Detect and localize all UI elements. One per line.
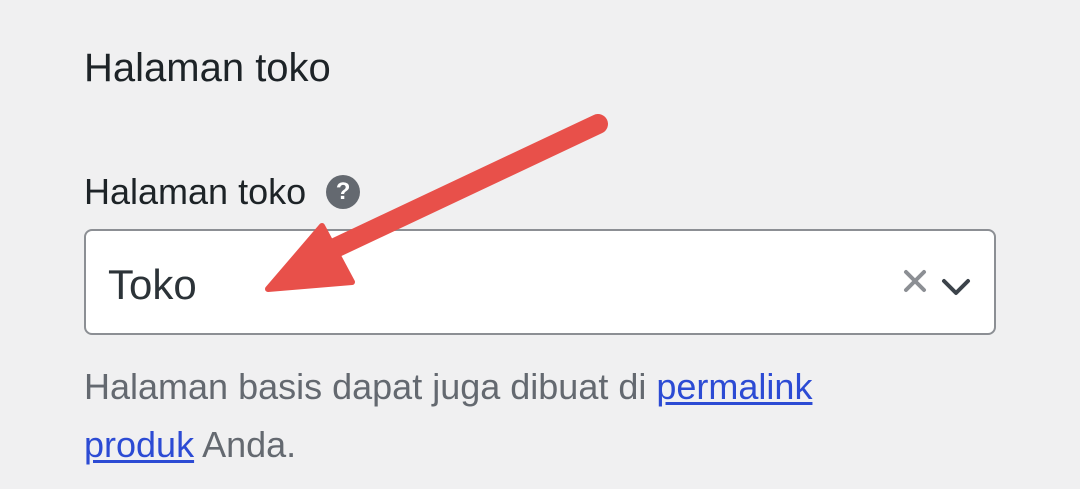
section-title: Halaman toko (84, 46, 331, 90)
description-text-before: Halaman basis dapat juga dibuat di (84, 366, 657, 407)
chevron-down-icon[interactable] (940, 276, 972, 298)
close-icon[interactable] (902, 268, 928, 294)
description-text-after: Anda. (194, 424, 297, 465)
field-label-row: Halaman toko ? (84, 168, 361, 216)
field-label: Halaman toko (84, 171, 307, 212)
selected-value: Toko (108, 261, 197, 308)
settings-panel: Halaman toko Halaman toko ? Toko Halaman… (0, 0, 1080, 489)
question-circle-icon[interactable]: ? (326, 175, 361, 209)
field-description: Halaman basis dapat juga dibuat di perma… (84, 358, 914, 474)
shop-page-select[interactable]: Toko (84, 229, 996, 335)
